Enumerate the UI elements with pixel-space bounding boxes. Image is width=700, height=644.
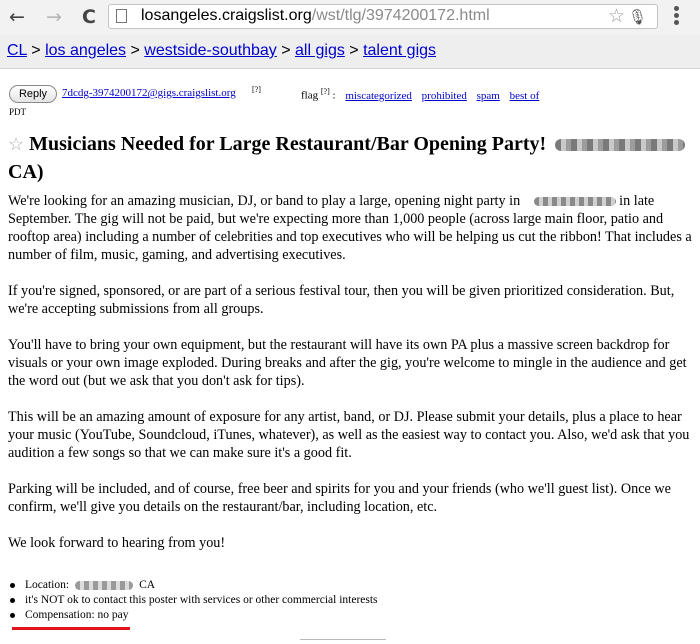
paragraph-6: We look forward to hearing from you! [8,535,226,551]
posting-body: We're looking for an amazing musician, D… [8,192,692,570]
contact-note-item: it's NOT ok to contact this poster with … [8,593,698,608]
url-text: losangeles.craigslist.org/wst/tlg/397420… [141,7,490,25]
url-path: /wst/tlg/3974200172.html [311,7,490,24]
microphone-icon[interactable]: 🎙 [628,8,647,26]
posting-title: ☆ Musicians Needed for Large Restaurant/… [8,130,698,186]
flag-spam[interactable]: spam [477,90,500,102]
breadcrumb: CL > los angeles > westside-southbay > a… [0,35,700,69]
reload-icon[interactable]: C [82,7,96,27]
url-host: losangeles.craigslist.org [141,7,312,24]
reply-flag-row: Reply 7dcdg-3974200172@gigs.craigslist.o… [9,85,699,105]
flag-prohibited[interactable]: prohibited [422,90,467,102]
reply-email-link[interactable]: 7dcdg-3974200172@gigs.craigslist.org [62,87,236,99]
flag-colon: : [329,89,336,102]
page-icon [116,9,127,23]
paragraph-3: You'll have to bring your own equipment,… [8,337,687,389]
breadcrumb-cl[interactable]: CL [7,42,27,59]
posting-title-suffix: CA) [8,161,44,183]
paragraph-1-start: We're looking for an amazing musician, D… [8,193,521,209]
compensation-highlight-underline [12,627,130,630]
bookmark-star-icon[interactable]: ☆ [608,5,625,27]
forward-icon[interactable]: → [46,7,62,27]
menu-icon[interactable] [674,6,679,27]
paragraph-2: If you're signed, sponsored, or are part… [8,283,675,317]
flag-help-link[interactable]: [?] [321,87,330,96]
paragraph-4: This will be an amazing amount of exposu… [8,409,690,461]
location-item: Location: CA [8,578,698,593]
flag-section: flag [?] : miscategorized prohibited spa… [301,87,539,102]
attributes-list: Location: CA it's NOT ok to contact this … [8,578,698,623]
flag-miscategorized[interactable]: miscategorized [345,90,412,102]
address-bar[interactable]: losangeles.craigslist.org/wst/tlg/397420… [108,4,658,29]
location-label: Location: [25,579,70,591]
posting-title-text: Musicians Needed for Large Restaurant/Ba… [29,133,547,155]
paragraph-1: We're looking for an amazing musician, D… [8,192,692,264]
favorite-star-icon[interactable]: ☆ [8,134,24,154]
compensation: Compensation: no pay [25,609,129,621]
page-divider [300,639,386,644]
redacted-venue [534,197,617,207]
redacted-location [555,139,686,152]
breadcrumb-westside-southbay[interactable]: westside-southbay [144,42,277,59]
browser-toolbar: ← → C losangeles.craigslist.org/wst/tlg/… [0,0,700,36]
breadcrumb-separator: > [344,42,364,59]
breadcrumb-talent-gigs[interactable]: talent gigs [363,42,436,59]
compensation-item: Compensation: no pay [8,608,698,623]
location-state: CA [139,579,156,591]
reply-button[interactable]: Reply [9,85,57,103]
flag-label: flag [301,89,319,102]
breadcrumb-los-angeles[interactable]: los angeles [45,42,126,59]
breadcrumb-separator: > [276,42,296,59]
back-icon[interactable]: ← [9,7,25,27]
timezone-label: PDT [9,107,27,117]
breadcrumb-separator: > [26,42,46,59]
email-help-link[interactable]: [?] [252,85,261,94]
bullet [10,583,15,588]
bullet [10,613,15,618]
reply-email-text: 7dcdg-3974200172@gigs.craigslist.org [62,87,236,99]
contact-note: it's NOT ok to contact this poster with … [25,594,378,606]
bullet [10,598,15,603]
breadcrumb-separator: > [126,42,145,59]
paragraph-5: Parking will be included, and of course,… [8,481,671,515]
flag-best-of[interactable]: best of [510,90,540,102]
redacted-city [75,580,134,590]
breadcrumb-all-gigs[interactable]: all gigs [295,42,345,59]
